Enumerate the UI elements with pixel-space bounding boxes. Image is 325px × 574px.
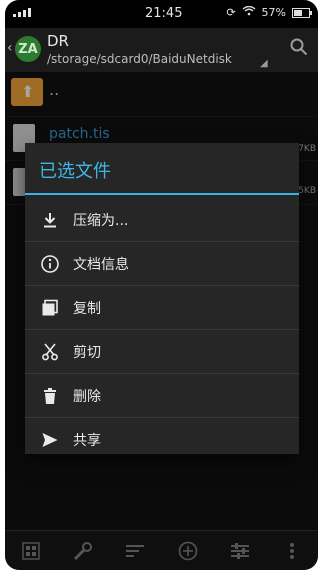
menu-item-label: 共享 (73, 432, 101, 449)
download-icon (39, 209, 61, 231)
menu-item-label: 文档信息 (73, 256, 129, 273)
menu-item-compress[interactable]: 压缩为... (25, 198, 299, 242)
current-path[interactable]: /storage/sdcard0/BaiduNetdisk (47, 52, 232, 66)
sort-icon[interactable] (122, 538, 148, 564)
back-caret-icon[interactable]: ‹ (7, 40, 13, 56)
battery-percent: 57% (261, 6, 286, 19)
menu-item-cut[interactable]: 剪切 (25, 330, 299, 374)
menu-item-label: 压缩为... (73, 212, 129, 229)
copy-icon (39, 297, 61, 319)
status-time: 21:45 (145, 6, 183, 21)
wrench-icon[interactable] (70, 538, 96, 564)
dialog-title: 已选文件 (39, 161, 111, 182)
app-logo[interactable]: ZA (15, 36, 41, 62)
battery-icon (292, 7, 312, 18)
scissors-icon (39, 341, 61, 363)
dialog-divider (25, 193, 299, 195)
menu-item-file-info[interactable]: 文档信息 (25, 242, 299, 286)
menu-item-copy[interactable]: 复制 (25, 286, 299, 330)
menu-item-share[interactable]: 共享 (25, 418, 299, 461)
menu-item-delete[interactable]: 删除 (25, 374, 299, 418)
info-icon (39, 253, 61, 275)
sync-icon: ⟳ (226, 6, 236, 19)
share-icon (39, 429, 61, 451)
signal-icon (13, 8, 31, 17)
status-bar: 21:45 ⟳ 57% (5, 0, 318, 28)
sliders-icon[interactable] (227, 538, 253, 564)
phone-screen: 21:45 ⟳ 57% ‹ ZA DR /storage/sdcard0/Bai… (5, 0, 318, 570)
wifi-icon (242, 5, 256, 19)
action-bar: ‹ ZA DR /storage/sdcard0/BaiduNetdisk ◢ (5, 28, 318, 72)
grid-icon[interactable] (18, 538, 44, 564)
trash-icon (39, 385, 61, 407)
menu-item-label: 删除 (73, 388, 101, 405)
bottom-toolbar (5, 530, 318, 570)
more-vertical-icon[interactable] (279, 538, 305, 564)
app-title: DR (47, 32, 69, 50)
selected-files-dialog: 已选文件 压缩为... 文档信息 复制 剪切 删除 共享 (25, 143, 299, 454)
dialog-menu: 压缩为... 文档信息 复制 剪切 删除 共享 (25, 198, 299, 461)
path-dropdown-icon[interactable]: ◢ (260, 58, 268, 69)
menu-item-label: 复制 (73, 300, 101, 317)
menu-item-label: 剪切 (73, 344, 101, 361)
search-icon[interactable] (290, 38, 308, 56)
add-circle-icon[interactable] (175, 538, 201, 564)
status-right: ⟳ 57% (226, 5, 312, 19)
